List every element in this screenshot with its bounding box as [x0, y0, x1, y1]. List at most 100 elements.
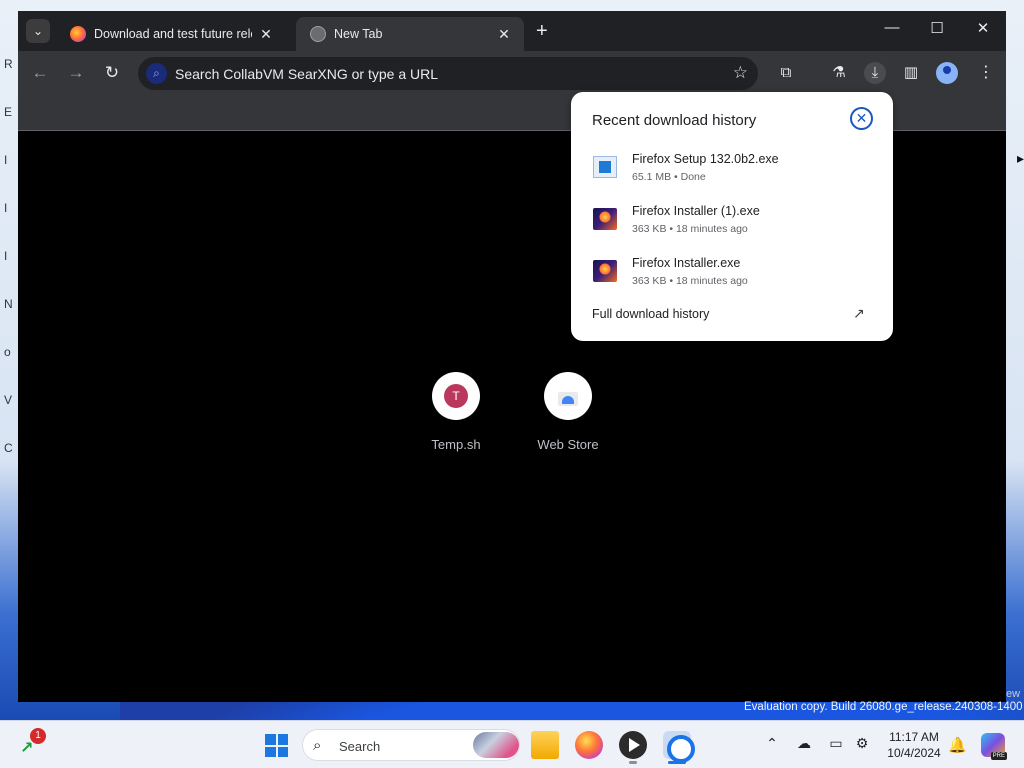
web-store-icon: [556, 385, 580, 407]
download-filename: Firefox Setup 132.0b2.exe: [632, 152, 779, 166]
shortcut-tile: T: [432, 372, 480, 420]
open-external-icon[interactable]: ↗: [853, 305, 869, 321]
browser-toolbar: ← → ↻ ⌕ Search CollabVM SearXNG or type …: [18, 51, 1006, 96]
shortcut-web-store[interactable]: Web Store: [518, 372, 618, 452]
profile-avatar[interactable]: [936, 62, 958, 84]
firefox-installer-icon: [593, 260, 617, 282]
close-icon: ✕: [976, 20, 990, 37]
flask-icon: ⚗: [832, 64, 846, 81]
search-highlight-icon: [473, 732, 519, 758]
desktop-label[interactable]: o: [4, 346, 13, 394]
taskbar-search-label: Search: [339, 739, 381, 754]
tab-download-firefox[interactable]: Download and test future rele ✕: [56, 17, 286, 51]
search-icon: ⌕: [146, 63, 167, 84]
desktop-icon-labels: R E I I I N o V C: [4, 58, 13, 490]
download-item[interactable]: Firefox Installer (1).exe 363 KB • 18 mi…: [593, 204, 873, 244]
plus-icon: +: [536, 20, 548, 42]
notification-badge: 1: [30, 728, 46, 744]
taskbar-search[interactable]: ⌕ Search: [302, 729, 520, 761]
desktop-label[interactable]: C: [4, 442, 13, 490]
firefox-icon[interactable]: [575, 731, 603, 759]
desktop-label[interactable]: I: [4, 202, 13, 250]
kebab-menu-icon: ⋮: [978, 64, 994, 81]
cloud-offline-icon[interactable]: ☁: [794, 735, 814, 752]
close-icon[interactable]: ✕: [258, 26, 274, 43]
file-explorer-icon[interactable]: [531, 731, 559, 759]
globe-icon: [310, 26, 326, 42]
chevron-up-icon[interactable]: ⌃: [762, 735, 782, 752]
copilot-icon[interactable]: PRE: [981, 733, 1007, 760]
address-bar[interactable]: ⌕ Search CollabVM SearXNG or type a URL …: [138, 57, 758, 90]
desktop-label[interactable]: I: [4, 154, 13, 202]
arrow-left-icon: ←: [31, 63, 49, 82]
windows-logo-icon: [277, 734, 288, 745]
forward-button[interactable]: →: [66, 63, 86, 83]
download-item[interactable]: Firefox Setup 132.0b2.exe 65.1 MB • Done: [593, 152, 873, 192]
side-panel-icon: ▥: [903, 64, 919, 81]
new-tab-button[interactable]: +: [536, 21, 548, 41]
running-indicator: [629, 761, 637, 764]
download-status: 363 KB • 18 minutes ago: [632, 275, 748, 287]
side-panel-button[interactable]: ▥: [900, 62, 922, 84]
desktop-label[interactable]: I: [4, 250, 13, 298]
windows-logo-icon: [265, 734, 276, 745]
reload-button[interactable]: ↻: [102, 63, 122, 83]
download-bubble: Recent download history ✕ Firefox Setup …: [571, 92, 893, 341]
download-status: 363 KB • 18 minutes ago: [632, 223, 748, 235]
close-icon[interactable]: ✕: [496, 26, 512, 43]
clock-date: 10/4/2024: [887, 746, 941, 760]
full-download-history-link[interactable]: Full download history: [592, 307, 709, 321]
widgets-button[interactable]: ↗ 1: [20, 728, 46, 757]
minimize-button[interactable]: —: [872, 19, 912, 36]
tab-strip: ⌄ Download and test future rele ✕ New Ta…: [18, 11, 1006, 51]
start-button[interactable]: [265, 734, 288, 757]
close-bubble-button[interactable]: ✕: [850, 107, 873, 130]
shortcut-label: Temp.sh: [431, 437, 481, 452]
arrow-right-icon: →: [67, 63, 85, 82]
desktop-label[interactable]: E: [4, 106, 13, 154]
desktop-label[interactable]: R: [4, 58, 13, 106]
letter-avatar-icon: T: [444, 384, 468, 408]
watermark-fragment: ew: [1006, 688, 1021, 700]
menu-button[interactable]: ⋮: [978, 62, 994, 82]
labs-button[interactable]: ⚗: [828, 62, 850, 84]
extensions-button[interactable]: ⧉: [775, 62, 797, 84]
shortcut-temp-sh[interactable]: T Temp.sh: [406, 372, 506, 452]
download-bubble-title: Recent download history: [592, 112, 757, 129]
tab-title: Download and test future rele: [94, 27, 252, 41]
firefox-installer-icon: [593, 208, 617, 230]
download-status: 65.1 MB • Done: [632, 171, 706, 183]
installer-file-icon: [593, 156, 617, 178]
shortcut-label: Web Store: [537, 437, 599, 452]
back-button[interactable]: ←: [30, 63, 50, 83]
close-window-button[interactable]: ✕: [963, 19, 1003, 37]
tab-new-tab[interactable]: New Tab ✕: [296, 17, 524, 51]
maximize-button[interactable]: ☐: [917, 19, 957, 37]
reload-icon: ↻: [104, 63, 120, 82]
desktop-label[interactable]: N: [4, 298, 13, 346]
bookmark-star-icon[interactable]: ☆: [733, 63, 748, 83]
display-icon[interactable]: ▭: [826, 735, 846, 752]
bell-icon[interactable]: 🔔: [948, 736, 967, 754]
chrome-canary-icon[interactable]: [663, 731, 695, 763]
tab-title: New Tab: [334, 27, 383, 41]
address-bar-placeholder: Search CollabVM SearXNG or type a URL: [175, 66, 438, 82]
download-filename: Firefox Installer.exe: [632, 256, 741, 270]
search-icon: ⌕: [313, 737, 322, 754]
taskbar: ↗ 1 ⌕ Search ⌃ ☁ ▭ ⚙ 11:17 AM 10/4/2024 …: [0, 720, 1024, 768]
maximize-icon: ☐: [930, 20, 944, 37]
download-icon: ⤓: [871, 64, 879, 81]
pre-badge: PRE: [990, 752, 1007, 760]
evaluation-watermark: Evaluation copy. Build 26080.ge_release.…: [744, 701, 1023, 713]
media-player-icon[interactable]: [619, 731, 647, 759]
tab-search-button[interactable]: ⌄: [26, 19, 50, 43]
download-item[interactable]: Firefox Installer.exe 363 KB • 18 minute…: [593, 256, 873, 296]
downloads-button[interactable]: ⤓: [864, 62, 886, 84]
network-icon[interactable]: ⚙: [852, 735, 872, 752]
active-indicator: [668, 761, 686, 764]
clock[interactable]: 11:17 AM 10/4/2024: [884, 729, 944, 761]
puzzle-icon: ⧉: [780, 64, 792, 81]
desktop-label[interactable]: V: [4, 394, 13, 442]
shortcut-tile: [544, 372, 592, 420]
close-icon: ✕: [855, 110, 868, 126]
